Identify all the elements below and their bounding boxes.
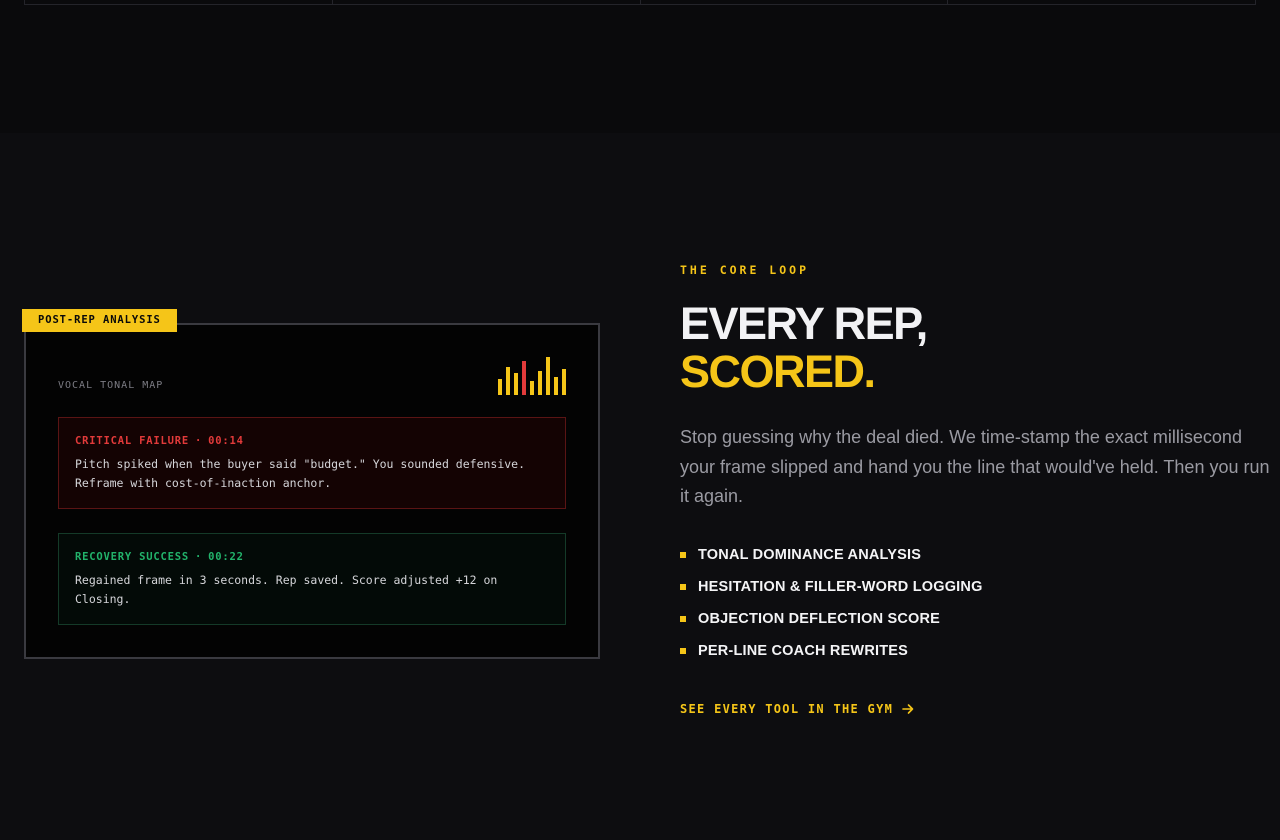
success-line: Closing. [75,592,131,606]
see-every-tool-link[interactable]: SEE EVERY TOOL IN THE GYM [680,702,915,716]
recovery-success-title: RECOVERY SUCCESS · 00:22 [75,551,549,563]
feature-label: OBJECTION DEFLECTION SCORE [698,611,941,627]
recovery-success-body: Regained frame in 3 seconds. Rep saved. … [75,571,549,609]
feature-label: HESITATION & FILLER-WORD LOGGING [698,579,983,595]
bullet-square-icon [680,584,686,590]
previous-section-strip [0,0,1280,133]
failure-separator: · [194,435,203,447]
failure-label: CRITICAL FAILURE [75,435,189,447]
headline-line-2: SCORED. [680,346,876,397]
vocal-tonal-map-label: VOCAL TONAL MAP [58,380,164,391]
feature-item: TONAL DOMINANCE ANALYSIS [680,539,983,571]
feature-item: OBJECTION DEFLECTION SCORE [680,603,983,635]
failure-timestamp: 00:14 [208,435,244,447]
critical-failure-body: Pitch spiked when the buyer said "budget… [75,455,549,493]
critical-failure-title: CRITICAL FAILURE · 00:14 [75,435,549,447]
failure-line: Reframe with cost-of-inaction anchor. [75,476,332,490]
recovery-success-card: RECOVERY SUCCESS · 00:22 Regained frame … [58,533,566,625]
bullet-square-icon [680,616,686,622]
cta-label: SEE EVERY TOOL IN THE GYM [680,702,894,716]
previous-section-grid [24,0,1256,5]
critical-failure-card: CRITICAL FAILURE · 00:14 Pitch spiked wh… [58,417,566,509]
audio-waveform-icon [498,355,568,397]
feature-list: TONAL DOMINANCE ANALYSIS HESITATION & FI… [680,539,983,667]
feature-label: TONAL DOMINANCE ANALYSIS [698,547,922,563]
grid-cell [641,0,949,4]
grid-cell [948,0,1255,4]
grid-cell [333,0,641,4]
success-timestamp: 00:22 [208,551,244,563]
section-eyebrow: THE CORE LOOP [680,263,810,277]
feature-label: PER-LINE COACH REWRITES [698,643,909,659]
section-headline: EVERY REP, SCORED. [680,298,928,397]
section-description: Stop guessing why the deal died. We time… [680,427,1270,506]
success-label: RECOVERY SUCCESS [75,551,189,563]
bullet-square-icon [680,648,686,654]
success-line: Regained frame in 3 seconds. Rep saved. … [75,573,498,587]
success-separator: · [194,551,203,563]
analysis-panel: VOCAL TONAL MAP CRITICAL FAILURE · 00:14… [24,323,600,659]
bullet-square-icon [680,552,686,558]
feature-item: HESITATION & FILLER-WORD LOGGING [680,571,983,603]
arrow-right-icon [901,702,915,716]
feature-item: PER-LINE COACH REWRITES [680,635,983,667]
failure-line: Pitch spiked when the buyer said "budget… [75,457,526,471]
grid-cell [25,0,333,4]
headline-line-1: EVERY REP, [680,298,928,349]
post-rep-analysis-tag: POST-REP ANALYSIS [22,309,177,332]
